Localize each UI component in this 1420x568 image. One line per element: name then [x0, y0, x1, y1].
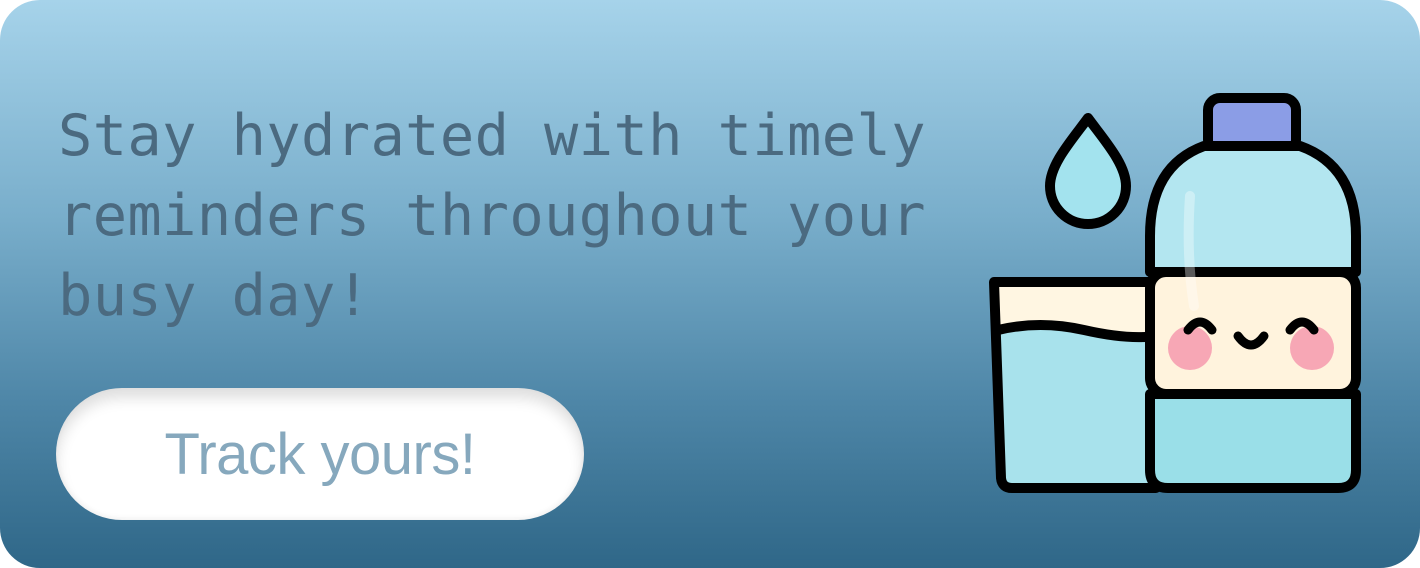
track-yours-button[interactable]: Track yours! — [56, 388, 584, 520]
banner-headline: Stay hydrated with timely reminders thro… — [58, 103, 926, 329]
track-yours-button-label: Track yours! — [164, 421, 476, 487]
water-drop-icon — [1045, 113, 1131, 229]
water-glass-icon — [989, 277, 1161, 493]
water-bottle-icon — [1145, 93, 1361, 493]
hydration-banner: Stay hydrated with timely reminders thro… — [0, 0, 1420, 568]
hydration-illustration — [989, 93, 1361, 493]
